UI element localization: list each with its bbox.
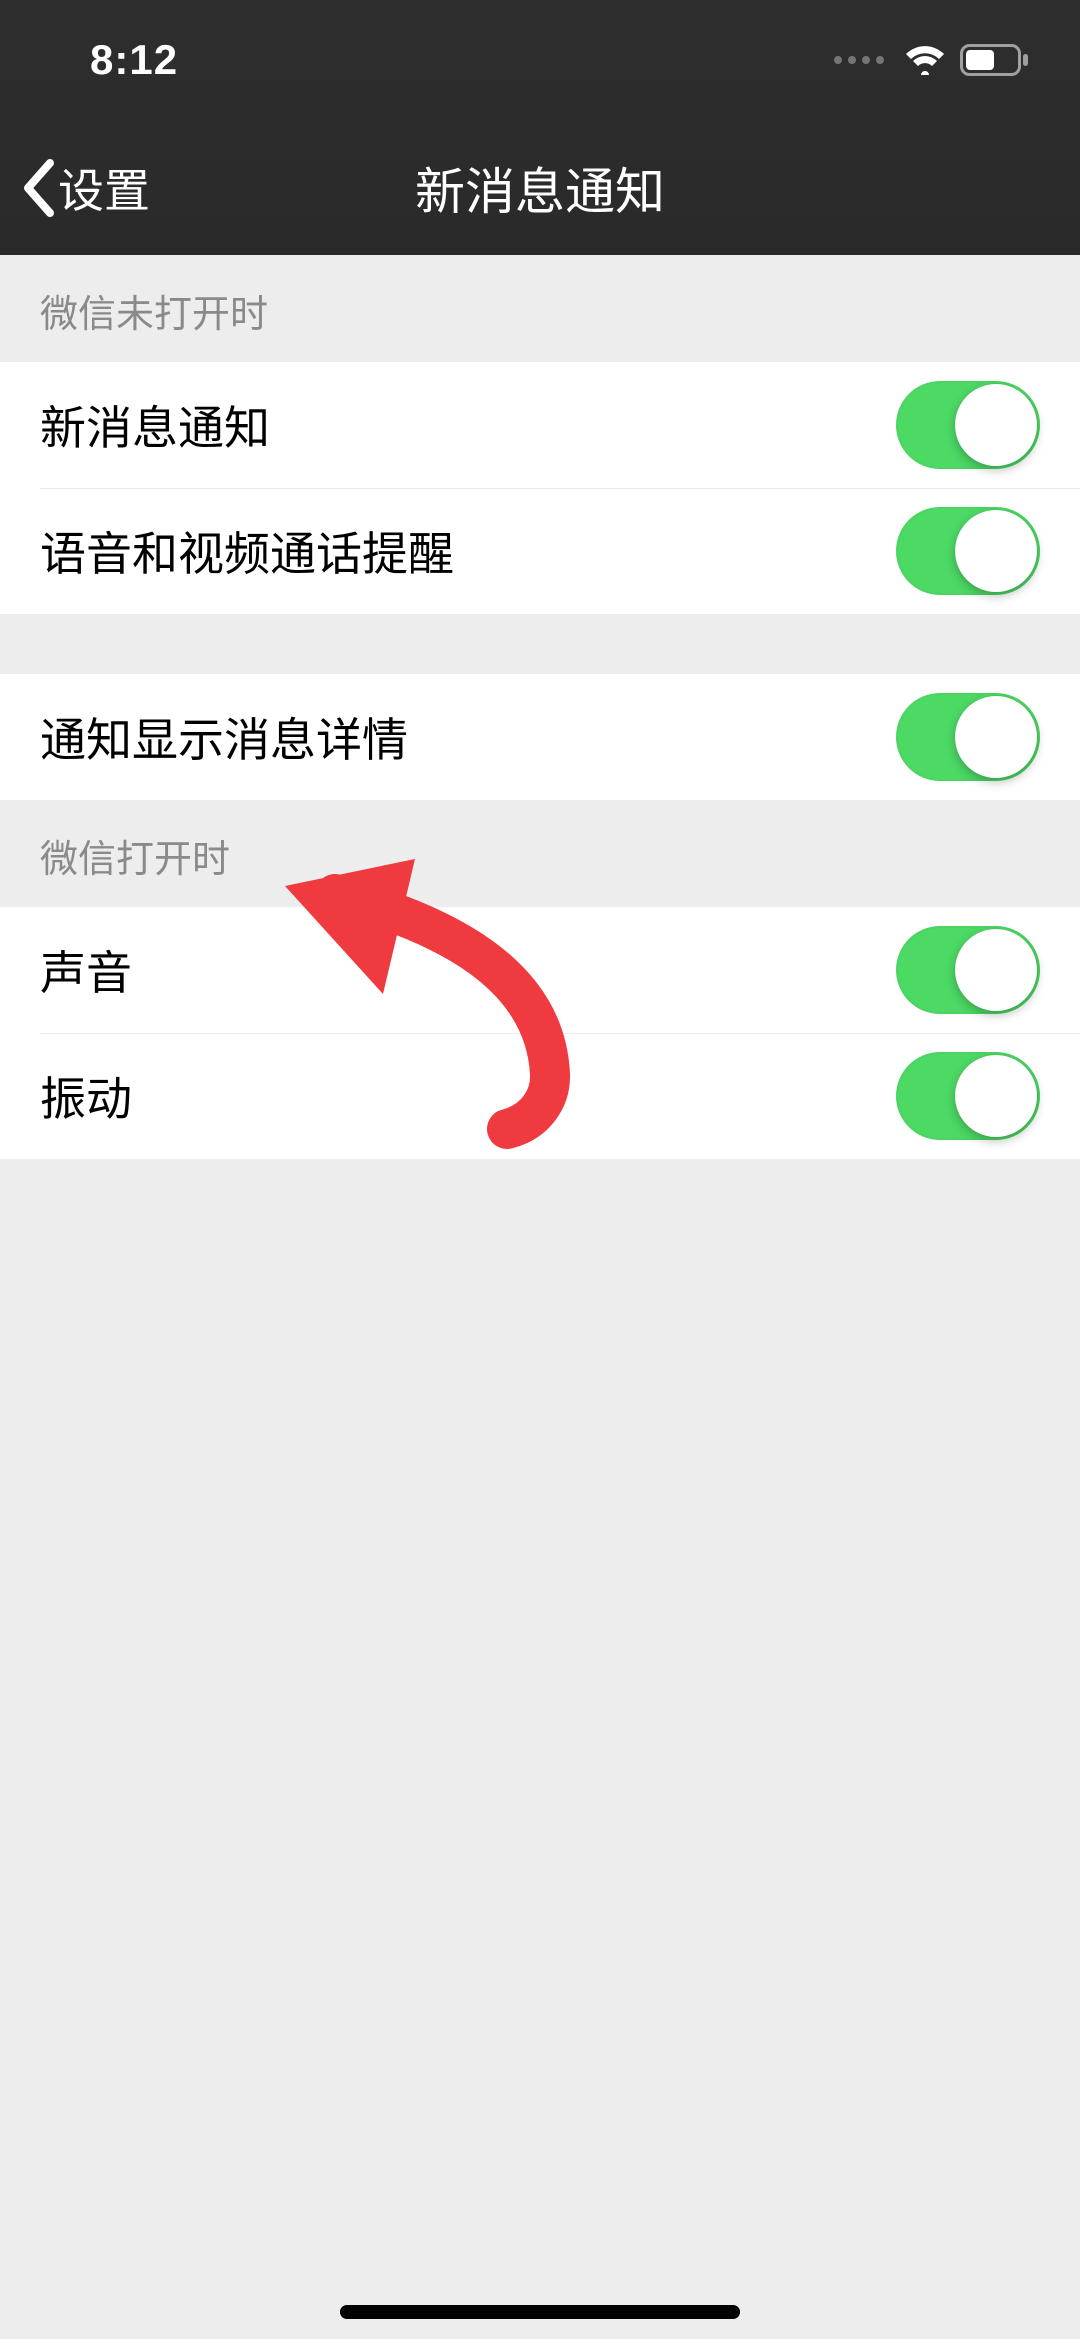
section-header-closed: 微信未打开时 (0, 255, 1080, 362)
toggle-new-message[interactable] (896, 381, 1040, 469)
setting-label: 声音 (40, 937, 132, 1003)
status-time: 8:12 (90, 36, 178, 84)
setting-label: 语音和视频通话提醒 (40, 518, 454, 584)
toggle-show-detail[interactable] (896, 693, 1040, 781)
setting-row-show-detail: 通知显示消息详情 (0, 674, 1080, 800)
battery-icon (960, 44, 1030, 76)
setting-row-vibrate: 振动 (0, 1033, 1080, 1159)
wifi-icon (904, 45, 946, 75)
home-indicator[interactable] (340, 2305, 740, 2319)
cell-group: 新消息通知 语音和视频通话提醒 (0, 362, 1080, 614)
setting-label: 振动 (40, 1063, 132, 1129)
setting-row-voice-video: 语音和视频通话提醒 (0, 488, 1080, 614)
back-label: 设置 (58, 155, 150, 221)
toggle-sound[interactable] (896, 926, 1040, 1014)
cell-group: 声音 振动 (0, 907, 1080, 1159)
setting-row-new-message: 新消息通知 (0, 362, 1080, 488)
toggle-voice-video[interactable] (896, 507, 1040, 595)
section-header-open: 微信打开时 (0, 800, 1080, 907)
chevron-left-icon (20, 159, 56, 217)
toggle-vibrate[interactable] (896, 1052, 1040, 1140)
setting-label: 通知显示消息详情 (40, 704, 408, 770)
back-button[interactable]: 设置 (10, 120, 160, 255)
cell-group: 通知显示消息详情 (0, 674, 1080, 800)
status-bar: 8:12 (0, 0, 1080, 120)
setting-label: 新消息通知 (40, 392, 270, 458)
cellular-dots-icon (834, 56, 884, 64)
nav-bar: 设置 新消息通知 (0, 120, 1080, 255)
status-right (834, 44, 1030, 76)
page-title: 新消息通知 (415, 152, 665, 224)
setting-row-sound: 声音 (0, 907, 1080, 1033)
